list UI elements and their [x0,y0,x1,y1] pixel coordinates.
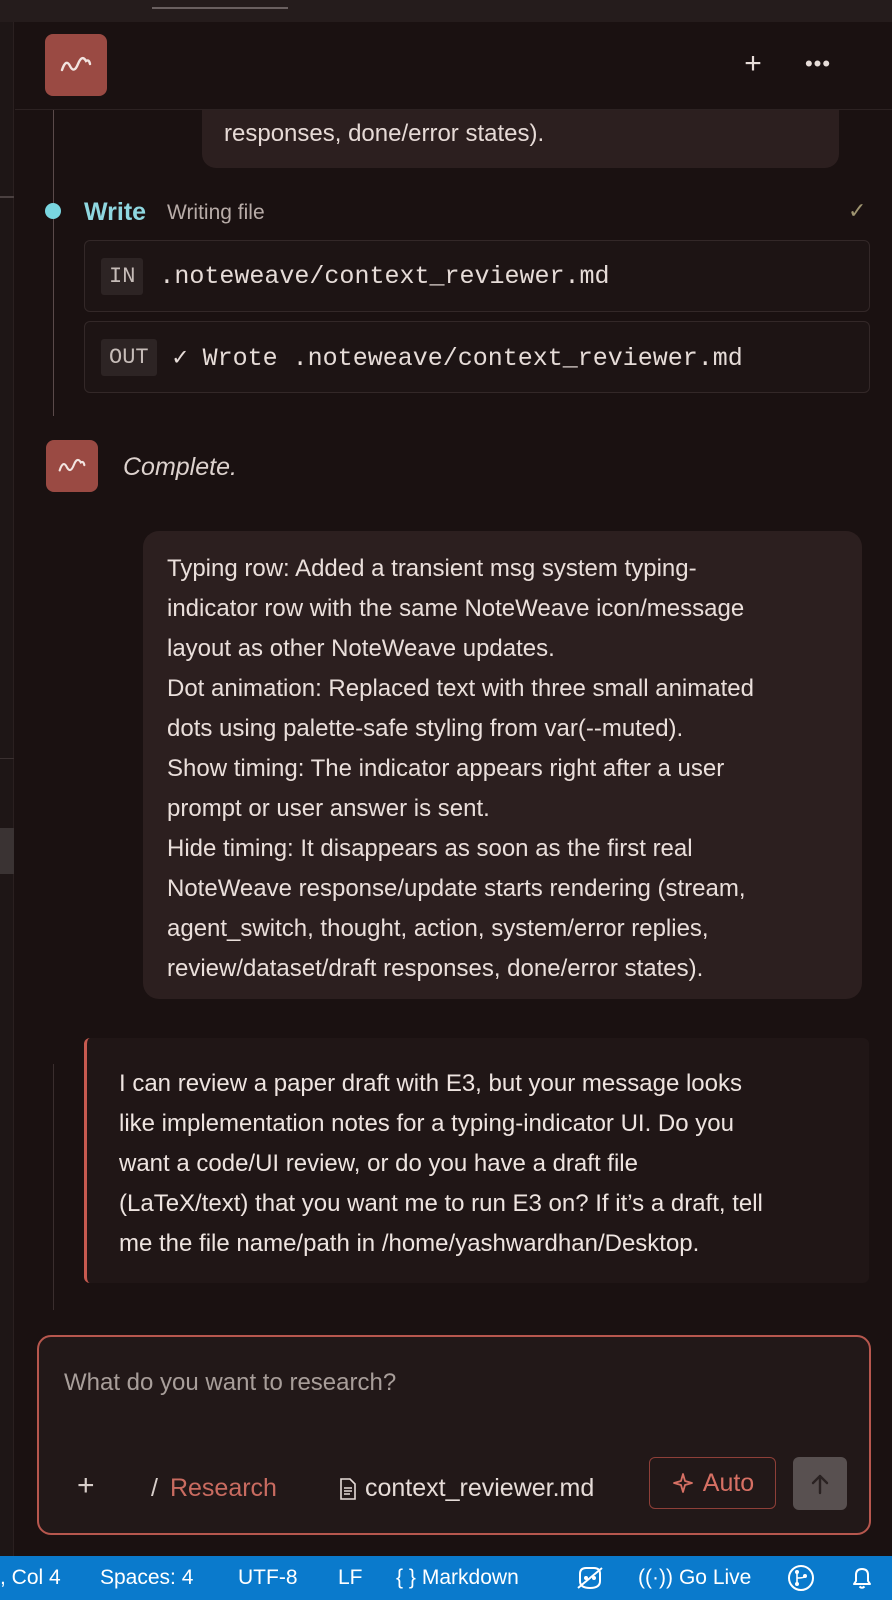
check-icon: ✓ [848,198,867,223]
chat-header: + ••• [15,22,892,110]
more-options-button[interactable]: ••• [800,46,836,82]
mode-selector-button[interactable]: / Research [151,1474,277,1503]
noteweave-avatar [46,440,98,492]
sparkle-icon [672,1473,693,1493]
slash-icon: / [151,1474,158,1502]
message-line: Typing row: Added a transient msg system… [167,555,697,582]
message-line: Show timing: The indicator appears right… [167,755,725,782]
noteweave-logo [45,34,107,96]
message-line: review/dataset/draft responses, done/err… [167,955,704,982]
output-text: ✓ Wrote .noteweave/context_reviewer.md [172,343,743,373]
input-tag: IN [101,257,144,295]
message-line: NoteWeave response/update starts renderi… [167,875,746,902]
language-mode[interactable]: { } Markdown [396,1556,519,1600]
git-graph-icon-svg [788,1565,814,1591]
context-file-label: context_reviewer.md [365,1474,595,1502]
step-input-box: IN .noteweave/context_reviewer.md [84,240,870,312]
auto-model-button[interactable]: Auto [649,1457,776,1509]
attach-button[interactable]: + [77,1469,95,1503]
file-icon [340,1477,356,1500]
user-summary-message: Typing row: Added a transient msg system… [143,531,862,999]
notifications-bell-icon[interactable] [850,1556,874,1600]
active-tab-indicator [152,7,288,9]
message-line: dots using palette-safe styling from var… [167,715,684,742]
message-line: Hide timing: It disappears as soon as th… [167,835,693,862]
message-line: like implementation notes for a typing-i… [119,1110,734,1137]
cursor-position[interactable]: , Col 4 [0,1556,61,1600]
input-path: .noteweave/context_reviewer.md [159,261,610,291]
message-line: me the file name/path in /home/yashwardh… [119,1230,700,1257]
previous-message-text: responses, done/error states). [224,120,545,147]
gutter-divider [0,758,14,759]
mode-label: Research [169,1474,277,1502]
gutter-divider [0,196,14,198]
encoding-setting[interactable]: UTF-8 [238,1556,298,1600]
step-output-box: OUT ✓ Wrote .noteweave/context_reviewer.… [84,321,870,393]
step-subtitle: Writing file [167,201,265,224]
bell-icon [853,1568,871,1589]
assistant-reply-message: I can review a paper draft with E3, but … [84,1038,869,1283]
language-label: Markdown [421,1566,519,1589]
message-line: I can review a paper draft with E3, but … [119,1070,742,1097]
step-title: Write [84,198,147,226]
message-line: layout as other NoteWeave updates. [167,635,555,662]
gutter-highlight [0,828,14,874]
status-bar: , Col 4 Spaces: 4 UTF-8 LF { } Markdown … [0,1556,892,1600]
message-line: prompt or user answer is sent. [167,795,490,822]
context-file-chip[interactable]: context_reviewer.md [339,1474,594,1503]
research-input[interactable]: What do you want to research? [64,1369,396,1397]
send-button[interactable] [793,1457,847,1510]
message-line: Dot animation: Replaced text with three … [167,675,754,702]
message-line: indicator row with the same NoteWeave ic… [167,595,745,622]
copilot-icon[interactable] [575,1556,605,1600]
indentation-setting[interactable]: Spaces: 4 [100,1556,193,1600]
complete-status-text: Complete. [123,453,237,481]
arrow-up-icon [811,1474,829,1494]
go-live-button[interactable]: ((·)) Go Live [638,1556,751,1600]
auto-label: Auto [702,1468,755,1497]
noteweave-wave-icon [58,458,86,472]
noteweave-wave-icon [60,56,92,72]
composer[interactable]: What do you want to research? + / Resear… [37,1335,871,1535]
message-line: want a code/UI review, or do you have a … [119,1150,638,1177]
go-live-label: Go Live [678,1566,752,1589]
git-graph-icon[interactable] [786,1556,816,1600]
tab-strip [0,0,892,22]
eol-setting[interactable]: LF [338,1556,363,1600]
new-chat-button[interactable]: + [735,46,771,82]
thread-line [53,110,54,416]
message-line: (LaTeX/text) that you want me to run E3 … [119,1190,763,1217]
braces-icon: { } [396,1566,416,1589]
thread-line [53,1064,54,1310]
editor-gutter [0,22,14,1556]
output-tag: OUT [101,338,157,376]
previous-message-bubble: responses, done/error states). [202,110,839,168]
broadcast-icon: ((·)) [638,1566,673,1589]
step-status-dot [45,203,61,219]
message-line: agent_switch, thought, action, system/er… [167,915,709,942]
copilot-icon-svg [577,1567,603,1590]
